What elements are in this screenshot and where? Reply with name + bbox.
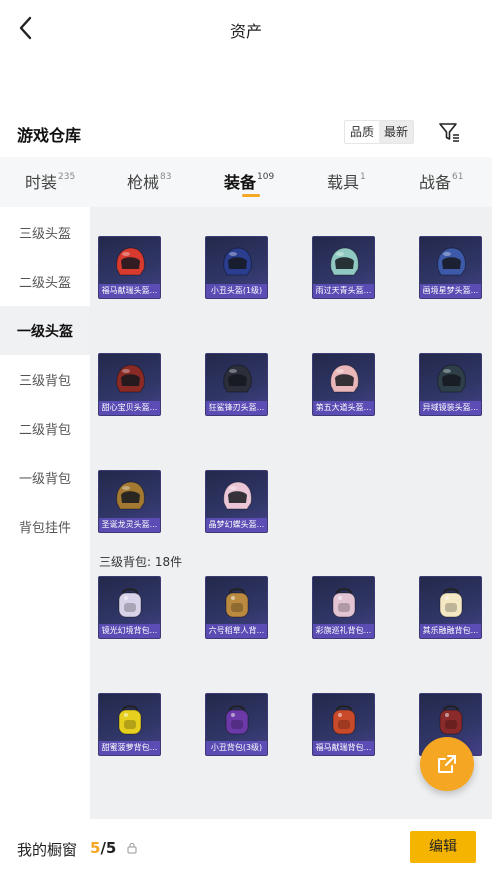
backpack-icon [332,588,356,618]
tab-label: 枪械 [127,173,160,192]
helmet-name: 第五大道头盔... [313,401,374,415]
helmet-icon [330,364,359,393]
tab-equipment[interactable]: 装备109 [224,169,274,193]
backpack-card[interactable]: 其乐融融背包... [419,576,482,639]
tab-label: 装备 [224,173,257,192]
tab-fashion[interactable]: 时装235 [25,169,75,193]
backpack-icon [225,705,249,735]
backpack-name: 六号稻草人背... [206,624,267,638]
sidebar-item-level1-backpack[interactable]: 一级背包 [0,453,90,502]
page-title: 资产 [229,22,262,41]
showcase-label: 我的橱窗 [17,841,78,859]
helmet-card[interactable]: 甜心宝贝头盔... [98,353,161,416]
showcase-count: 5/5 [90,839,116,857]
sidebar-item-level2-helmet[interactable]: 二级头盔 [0,257,90,306]
group-label: 三级背包: 18件 [99,555,183,569]
helmet-card[interactable]: 小丑头盔(1级) [205,236,268,299]
tab-count: 61 [452,171,464,182]
helmet-name: 雨过天青头盔... [313,284,374,298]
external-link-icon [438,755,456,773]
helmet-name: 狂鲨锋刃头盔... [206,401,267,415]
backpack-name: 福马献瑞背包... [313,741,374,755]
backpack-name: 彩旗巡礼背包... [313,624,374,638]
tab-count: 109 [257,171,275,182]
category-tabs: 时装235 枪械83 装备109 载具1 战备61 [0,157,492,207]
subcategory-sidebar: 三级头盔 二级头盔 一级头盔 三级背包 二级背包 一级背包 背包挂件 [0,207,90,819]
sort-latest-button[interactable]: 最新 [379,121,414,143]
backpack-card[interactable]: 镜光幻境背包... [98,576,161,639]
tab-vehicles[interactable]: 载具1 [327,169,366,193]
item-grid: 三级背包: 18件 福马献瑞头盔... 小丑头盔(1级) 雨过天青头盔... 画境星梦… [90,207,492,819]
helmet-card[interactable]: 画境星梦头盔... [419,236,482,299]
backpack-icon [332,705,356,735]
tab-count: 235 [58,171,76,182]
sidebar-item-backpack-charm[interactable]: 背包挂件 [0,502,90,551]
helmet-name: 小丑头盔(1级) [206,284,267,298]
helmet-icon [437,247,466,276]
assets-page: 资产 游戏仓库 品质 最新 时装235 枪械83 装备109 载具1 战备61 … [0,0,492,876]
backpack-name: 镜光幻境背包... [99,624,160,638]
helmet-card[interactable]: 狂鲨锋刃头盔... [205,353,268,416]
sidebar-item-level2-backpack[interactable]: 二级背包 [0,404,90,453]
sidebar-item-level3-backpack[interactable]: 三级背包 [0,355,90,404]
edit-button[interactable]: 编辑 [410,831,476,863]
helmet-card[interactable]: 圣诞龙灵头盔... [98,470,161,533]
sidebar-item-level3-helmet[interactable]: 三级头盔 [0,208,90,257]
tab-count: 1 [360,171,366,182]
filter-button[interactable] [437,120,461,144]
helmet-card[interactable]: 福马献瑞头盔... [98,236,161,299]
showcase-bar: 我的橱窗 5/5 编辑 [0,819,492,876]
backpack-name: 甜蜜菠萝背包... [99,741,160,755]
tab-firearms[interactable]: 枪械83 [127,169,171,193]
active-tab-indicator [242,194,260,197]
backpack-card[interactable]: 小丑背包(3级) [205,693,268,756]
helmet-card[interactable]: 雨过天青头盔... [312,236,375,299]
backpack-card[interactable]: 六号稻草人背... [205,576,268,639]
helmet-icon [116,364,145,393]
filter-icon [439,123,459,142]
backpack-card[interactable]: 甜蜜菠萝背包... [98,693,161,756]
tab-label: 载具 [327,173,360,192]
helmet-icon [223,247,252,276]
sort-toggle: 品质 最新 [344,120,415,144]
backpack-name: 小丑背包(3级) [206,741,267,755]
helmet-name: 甜心宝贝头盔... [99,401,160,415]
helmet-name: 画境星梦头盔... [420,284,481,298]
tab-supplies[interactable]: 战备61 [419,169,463,193]
top-bar: 资产 [0,0,492,58]
sort-quality-button[interactable]: 品质 [345,121,380,143]
helmet-card[interactable]: 第五大道头盔... [312,353,375,416]
helmet-icon [437,364,466,393]
helmet-icon [223,481,252,510]
share-button[interactable] [420,737,474,791]
showcase-count-total: /5 [100,839,117,857]
helmet-card[interactable]: 晶梦幻蝶头盔... [205,470,268,533]
backpack-icon [225,588,249,618]
backpack-icon [439,588,463,618]
backpack-card[interactable]: 福马献瑞背包... [312,693,375,756]
helmet-icon [116,481,145,510]
backpack-icon [118,588,142,618]
backpack-name: 其乐融融背包... [420,624,481,638]
showcase-count-current: 5 [90,839,101,857]
warehouse-title: 游戏仓库 [17,126,82,145]
lock-icon [127,843,137,854]
helmet-card[interactable]: 异域镜装头盔... [419,353,482,416]
tab-label: 时装 [25,173,58,192]
helmet-icon [223,364,252,393]
helmet-icon [116,247,145,276]
tab-count: 83 [160,171,172,182]
warehouse-header: 游戏仓库 [0,116,492,152]
backpack-card[interactable]: 彩旗巡礼背包... [312,576,375,639]
backpack-icon [439,705,463,735]
helmet-name: 圣诞龙灵头盔... [99,518,160,532]
sidebar-item-level1-helmet[interactable]: 一级头盔 [0,306,90,355]
helmet-name: 异域镜装头盔... [420,401,481,415]
helmet-icon [330,247,359,276]
tab-label: 战备 [419,173,452,192]
helmet-name: 晶梦幻蝶头盔... [206,518,267,532]
helmet-name: 福马献瑞头盔... [99,284,160,298]
backpack-icon [118,705,142,735]
